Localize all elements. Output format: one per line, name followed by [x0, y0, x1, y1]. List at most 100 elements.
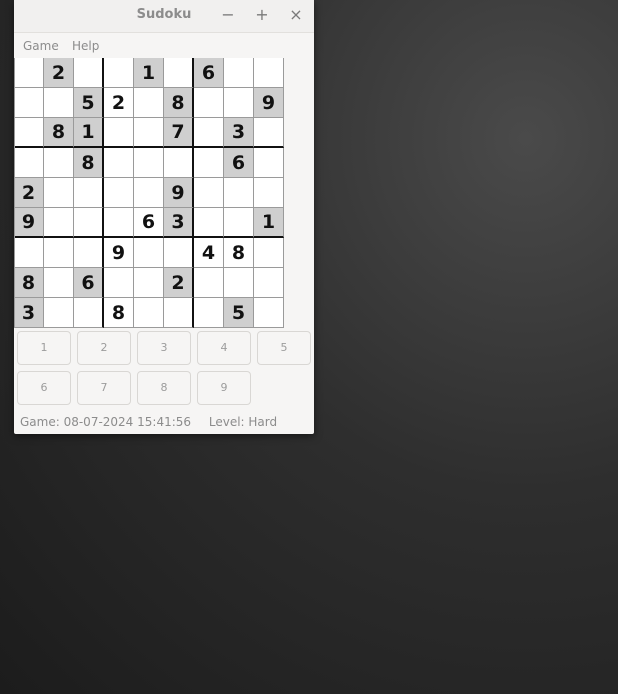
cell-r7-c1[interactable] — [14, 238, 44, 268]
cell-r1-c6[interactable] — [164, 58, 194, 88]
number-button-2[interactable]: 2 — [77, 331, 131, 365]
cell-r1-c3[interactable] — [74, 58, 104, 88]
number-button-6[interactable]: 6 — [17, 371, 71, 405]
cell-r5-c5[interactable] — [134, 178, 164, 208]
cell-r3-c9[interactable] — [254, 118, 284, 148]
cell-r8-c1[interactable]: 8 — [14, 268, 44, 298]
cell-r7-c2[interactable] — [44, 238, 74, 268]
cell-r2-c8[interactable] — [224, 88, 254, 118]
cell-r8-c9[interactable] — [254, 268, 284, 298]
cell-r9-c8[interactable]: 5 — [224, 298, 254, 328]
cell-r9-c3[interactable] — [74, 298, 104, 328]
number-button-1[interactable]: 1 — [17, 331, 71, 365]
cell-r3-c7[interactable] — [194, 118, 224, 148]
cell-r6-c8[interactable] — [224, 208, 254, 238]
title-bar[interactable]: Sudoku − + × — [14, 0, 314, 33]
cell-r5-c1[interactable]: 2 — [14, 178, 44, 208]
cell-r1-c2[interactable]: 2 — [44, 58, 74, 88]
status-bar: Game: 08-07-2024 15:41:56 Level: Hard — [20, 415, 291, 429]
cell-r9-c1[interactable]: 3 — [14, 298, 44, 328]
cell-r7-c7[interactable]: 4 — [194, 238, 224, 268]
cell-r4-c5[interactable] — [134, 148, 164, 178]
cell-r4-c2[interactable] — [44, 148, 74, 178]
number-button-8[interactable]: 8 — [137, 371, 191, 405]
cell-r1-c8[interactable] — [224, 58, 254, 88]
cell-r5-c3[interactable] — [74, 178, 104, 208]
game-level: Level: Hard — [208, 415, 278, 429]
cell-r3-c6[interactable]: 7 — [164, 118, 194, 148]
cell-r3-c8[interactable]: 3 — [224, 118, 254, 148]
cell-r7-c4[interactable]: 9 — [104, 238, 134, 268]
cell-r4-c6[interactable] — [164, 148, 194, 178]
number-button-7[interactable]: 7 — [77, 371, 131, 405]
cell-r2-c4[interactable]: 2 — [104, 88, 134, 118]
cell-r3-c4[interactable] — [104, 118, 134, 148]
cell-r4-c8[interactable]: 6 — [224, 148, 254, 178]
cell-r9-c4[interactable]: 8 — [104, 298, 134, 328]
cell-r2-c2[interactable] — [44, 88, 74, 118]
cell-r4-c3[interactable]: 8 — [74, 148, 104, 178]
cell-r5-c4[interactable] — [104, 178, 134, 208]
cell-r9-c2[interactable] — [44, 298, 74, 328]
cell-r5-c7[interactable] — [194, 178, 224, 208]
number-button-3[interactable]: 3 — [137, 331, 191, 365]
close-button[interactable]: × — [284, 4, 308, 28]
cell-r8-c3[interactable]: 6 — [74, 268, 104, 298]
cell-r6-c5[interactable]: 6 — [134, 208, 164, 238]
cell-r3-c3[interactable]: 1 — [74, 118, 104, 148]
cell-r6-c9[interactable]: 1 — [254, 208, 284, 238]
cell-r8-c7[interactable] — [194, 268, 224, 298]
cell-r3-c2[interactable]: 8 — [44, 118, 74, 148]
cell-r1-c1[interactable] — [14, 58, 44, 88]
cell-r7-c3[interactable] — [74, 238, 104, 268]
cell-r2-c9[interactable]: 9 — [254, 88, 284, 118]
cell-r7-c6[interactable] — [164, 238, 194, 268]
cell-r3-c1[interactable] — [14, 118, 44, 148]
cell-r1-c9[interactable] — [254, 58, 284, 88]
cell-r5-c9[interactable] — [254, 178, 284, 208]
cell-r5-c6[interactable]: 9 — [164, 178, 194, 208]
cell-r9-c5[interactable] — [134, 298, 164, 328]
cell-r8-c2[interactable] — [44, 268, 74, 298]
cell-r9-c7[interactable] — [194, 298, 224, 328]
cell-r2-c6[interactable]: 8 — [164, 88, 194, 118]
number-button-4[interactable]: 4 — [197, 331, 251, 365]
cell-r4-c7[interactable] — [194, 148, 224, 178]
cell-r4-c9[interactable] — [254, 148, 284, 178]
cell-r6-c1[interactable]: 9 — [14, 208, 44, 238]
cell-r1-c7[interactable]: 6 — [194, 58, 224, 88]
cell-r2-c3[interactable]: 5 — [74, 88, 104, 118]
cell-r1-c5[interactable]: 1 — [134, 58, 164, 88]
cell-r5-c8[interactable] — [224, 178, 254, 208]
cell-r7-c5[interactable] — [134, 238, 164, 268]
cell-r4-c4[interactable] — [104, 148, 134, 178]
cell-r4-c1[interactable] — [14, 148, 44, 178]
cell-r2-c1[interactable] — [14, 88, 44, 118]
cell-r5-c2[interactable] — [44, 178, 74, 208]
minimize-button[interactable]: − — [216, 4, 240, 28]
cell-r1-c4[interactable] — [104, 58, 134, 88]
maximize-button[interactable]: + — [250, 4, 274, 28]
cell-r6-c7[interactable] — [194, 208, 224, 238]
cell-r8-c6[interactable]: 2 — [164, 268, 194, 298]
cell-r6-c6[interactable]: 3 — [164, 208, 194, 238]
cell-r9-c6[interactable] — [164, 298, 194, 328]
cell-r2-c5[interactable] — [134, 88, 164, 118]
cell-r6-c2[interactable] — [44, 208, 74, 238]
game-timestamp: Game: 08-07-2024 15:41:56 — [20, 415, 192, 429]
menu-game[interactable]: Game — [23, 39, 59, 53]
cell-r6-c4[interactable] — [104, 208, 134, 238]
sudoku-grid: 2165289817386299631948862385 — [14, 58, 284, 328]
cell-r8-c5[interactable] — [134, 268, 164, 298]
menu-help[interactable]: Help — [72, 39, 99, 53]
cell-r2-c7[interactable] — [194, 88, 224, 118]
number-button-5[interactable]: 5 — [257, 331, 311, 365]
cell-r7-c8[interactable]: 8 — [224, 238, 254, 268]
cell-r6-c3[interactable] — [74, 208, 104, 238]
cell-r8-c8[interactable] — [224, 268, 254, 298]
cell-r3-c5[interactable] — [134, 118, 164, 148]
number-button-9[interactable]: 9 — [197, 371, 251, 405]
cell-r9-c9[interactable] — [254, 298, 284, 328]
cell-r8-c4[interactable] — [104, 268, 134, 298]
cell-r7-c9[interactable] — [254, 238, 284, 268]
